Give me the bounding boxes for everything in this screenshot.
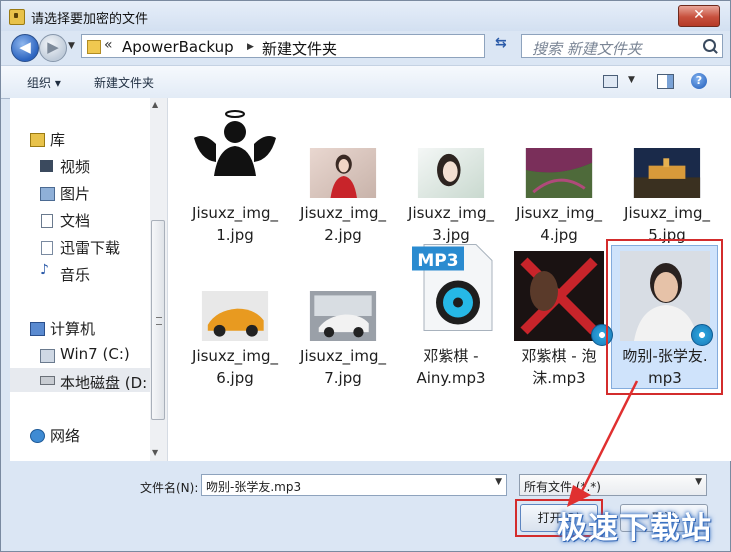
annotation-arrow: [567, 380, 639, 507]
file-open-dialog: 请选择要加密的文件 ✕ ◀ ▶ ▼ « ApowerBackup ▶ 新建文件夹…: [0, 0, 731, 552]
